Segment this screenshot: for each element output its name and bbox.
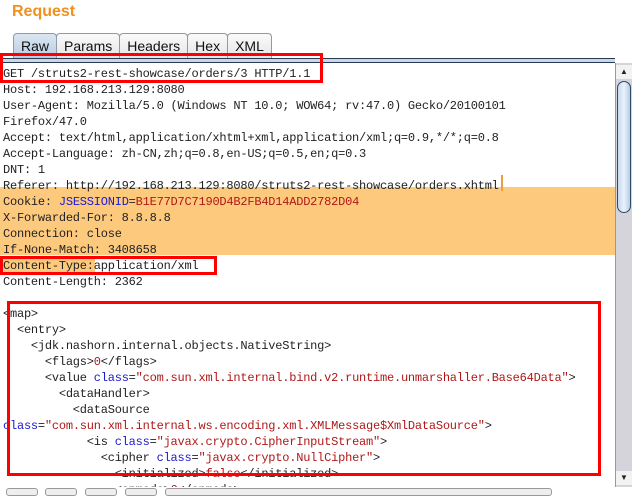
editor-line: Host: 192.168.213.129:8080: [3, 82, 185, 98]
editor-line: <opmode>0</opmode>: [3, 482, 241, 487]
text-segment: Accept: text/html,application/xhtml+xml,…: [3, 131, 499, 145]
scroll-up-icon[interactable]: ▲: [616, 65, 632, 79]
editor-line: Connection: close: [3, 226, 122, 242]
annotation-box-request-line: [0, 53, 323, 83]
text-segment: X-Forwarded-For: 8.8.8.8: [3, 211, 171, 225]
text-segment: B1E77D7C7190D4B2FB4D14ADD2782D04: [135, 195, 360, 209]
text-segment: <opmode>: [3, 483, 171, 487]
editor-line: Firefox/47.0: [3, 114, 87, 130]
panel-title: Request: [12, 3, 76, 20]
text-segment: User-Agent: Mozilla/5.0 (Windows NT 10.0…: [3, 99, 506, 113]
editor-line: User-Agent: Mozilla/5.0 (Windows NT 10.0…: [3, 98, 506, 114]
text-segment: Accept-Language: zh-CN,zh;q=0.8,en-US;q=…: [3, 147, 367, 161]
editor-line: DNT: 1: [3, 162, 45, 178]
text-segment: Host: 192.168.213.129:8080: [3, 83, 185, 97]
editor-line: Accept: text/html,application/xhtml+xml,…: [3, 130, 499, 146]
editor-line: X-Forwarded-For: 8.8.8.8: [3, 210, 171, 226]
bottom-button[interactable]: [6, 488, 38, 496]
text-segment: Firefox/47.0: [3, 115, 87, 129]
text-segment: DNT: 1: [3, 163, 45, 177]
text-caret: [501, 175, 503, 191]
text-segment: If-None-Match: 3408658: [3, 243, 157, 257]
bottom-button[interactable]: [45, 488, 77, 496]
editor-line: Referer: http://192.168.213.129:8080/str…: [3, 178, 499, 194]
text-segment: JSESSIONID: [58, 195, 129, 209]
text-segment: Content-Length: 2362: [3, 275, 143, 289]
scroll-down-icon[interactable]: ▼: [616, 471, 632, 485]
text-segment: </opmode>: [178, 483, 241, 487]
editor-line: Content-Length: 2362: [3, 274, 143, 290]
text-segment: Connection: close: [3, 227, 122, 241]
text-segment: Referer: http://192.168.213.129:8080/str…: [3, 179, 499, 193]
scrollbar-thumb[interactable]: [617, 81, 631, 213]
editor-line: Cookie: JSESSIONID=B1E77D7C7190D4B2FB4D1…: [3, 194, 359, 210]
text-segment: 0: [171, 483, 178, 487]
bottom-button[interactable]: [125, 488, 157, 496]
bottom-button[interactable]: [85, 488, 117, 496]
text-segment: Cookie:: [3, 195, 59, 209]
text-segment: =: [128, 195, 136, 209]
annotation-box-content-type: [0, 256, 217, 275]
search-field[interactable]: [165, 488, 552, 496]
annotation-box-xml-body: [7, 301, 601, 476]
vertical-scrollbar[interactable]: ▲ ▼: [615, 63, 632, 487]
editor-line: Accept-Language: zh-CN,zh;q=0.8,en-US;q=…: [3, 146, 366, 162]
